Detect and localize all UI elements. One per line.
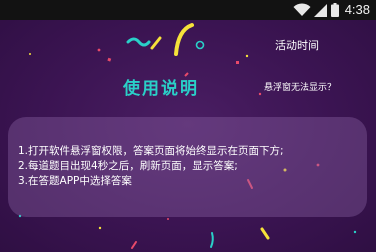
- instruction-item: 3.在答题APP中选择答案: [18, 175, 132, 187]
- wifi-icon: [293, 3, 311, 17]
- battery-icon: [330, 3, 339, 17]
- instruction-item: 1.打开软件悬浮窗权限，答案页面将始终显示在页面下方;: [18, 145, 284, 157]
- instruction-item: 2.每道题目出现4秒之后，刷新页面，显示答案;: [18, 160, 238, 172]
- status-bar: 4:38: [0, 0, 376, 20]
- float-window-help-link[interactable]: 悬浮窗无法显示？: [264, 80, 336, 93]
- status-icons: 4:38: [293, 0, 376, 20]
- page-title: 使用说明: [123, 79, 199, 99]
- activity-time-link[interactable]: 活动时间: [275, 37, 319, 53]
- status-clock: 4:38: [344, 2, 370, 17]
- instructions-screen: 活动时间 使用说明 悬浮窗无法显示？ 1.打开软件悬浮窗权限，答案页面将始终显示…: [0, 20, 376, 252]
- instructions-list: 1.打开软件悬浮窗权限，答案页面将始终显示在页面下方; 2.每道题目出现4秒之后…: [18, 144, 284, 189]
- cell-signal-icon: [313, 3, 327, 17]
